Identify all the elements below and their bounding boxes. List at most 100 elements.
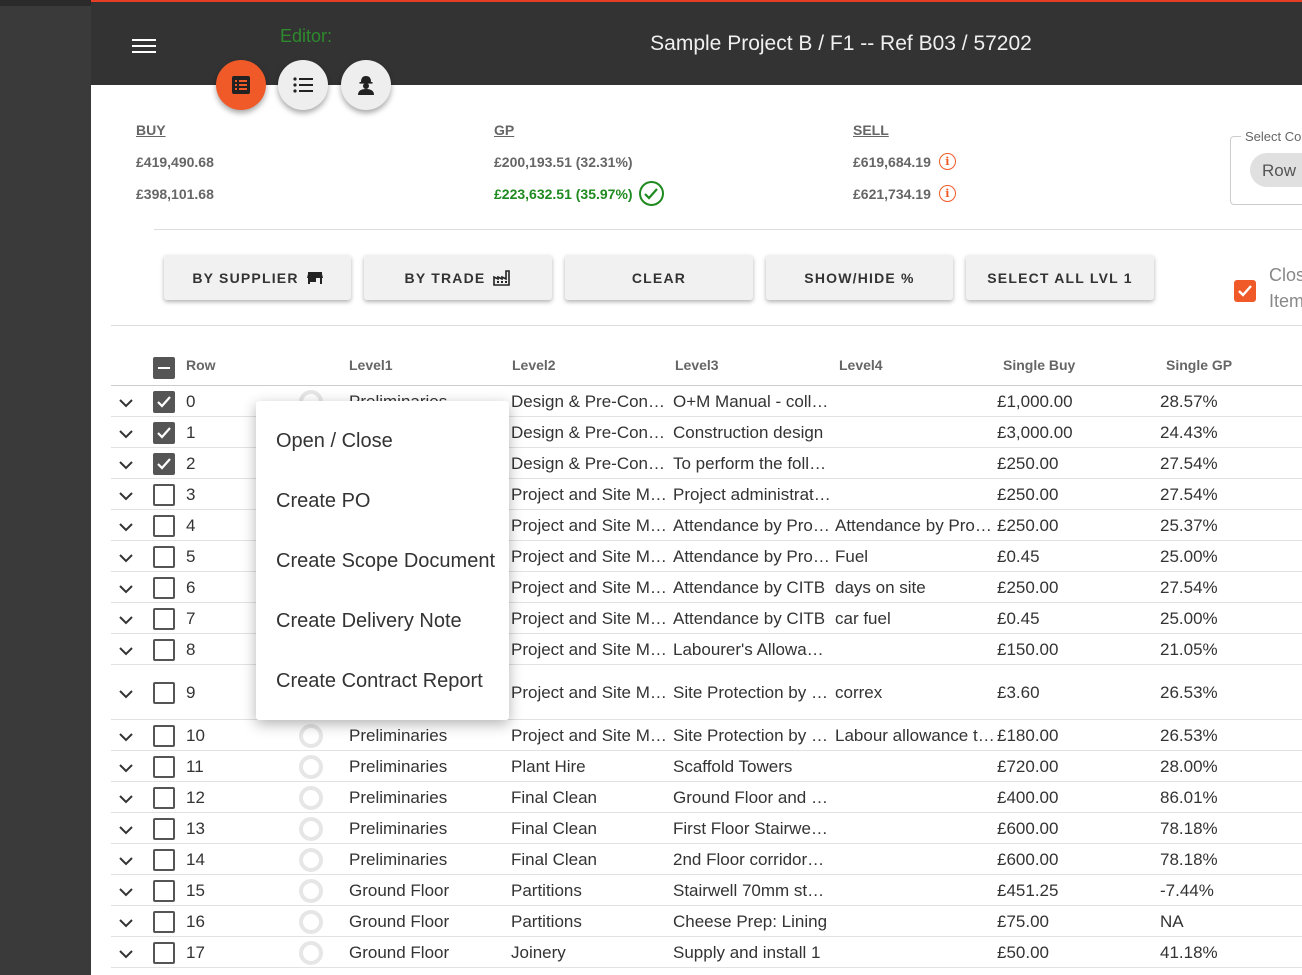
header-single-buy[interactable]: Single Buy: [1003, 357, 1075, 373]
chevron-down-icon[interactable]: [119, 458, 133, 472]
row-checkbox[interactable]: [153, 422, 175, 444]
row-radio[interactable]: [299, 755, 323, 779]
table-row[interactable]: 15 Ground Floor Partitions Stairwell 70mm s…: [111, 875, 1302, 906]
row-number: 11: [186, 757, 204, 776]
table-row[interactable]: 13 Preliminaries Final Clean First Floor St…: [111, 813, 1302, 844]
cell-level1: Ground Floor: [349, 881, 450, 900]
hamburger-menu-icon[interactable]: [132, 39, 158, 59]
select-column-field[interactable]: Select Co Row: [1230, 129, 1302, 205]
chevron-down-icon[interactable]: [119, 551, 133, 565]
menu-item-create-po[interactable]: Create PO: [276, 490, 370, 513]
row-checkbox[interactable]: [153, 453, 175, 475]
menu-item-create-delivery-note[interactable]: Create Delivery Note: [276, 610, 462, 633]
select-all-rows-checkbox[interactable]: [153, 357, 175, 379]
header-level1[interactable]: Level1: [349, 357, 393, 373]
cell-level2: Joinery: [511, 943, 566, 962]
cell-single-buy: £250.00: [997, 454, 1059, 473]
header-level2[interactable]: Level2: [512, 357, 556, 373]
row-checkbox[interactable]: [153, 639, 175, 661]
row-checkbox[interactable]: [153, 515, 175, 537]
header-single-gp[interactable]: Single GP: [1166, 357, 1232, 373]
row-radio[interactable]: [299, 817, 323, 841]
menu-item-create-contract-report[interactable]: Create Contract Report: [276, 670, 483, 693]
row-radio[interactable]: [299, 941, 323, 965]
menu-item-create-scope-document[interactable]: Create Scope Document: [276, 550, 495, 573]
table-row[interactable]: 17 Ground Floor Joinery Supply and install …: [111, 937, 1302, 968]
row-radio[interactable]: [299, 879, 323, 903]
row-checkbox[interactable]: [153, 577, 175, 599]
row-checkbox[interactable]: [153, 391, 175, 413]
header-row[interactable]: Row: [186, 357, 216, 373]
row-context-menu: Open / Close Create PO Create Scope Docu…: [256, 401, 509, 720]
chevron-down-icon[interactable]: [119, 792, 133, 806]
chevron-down-icon[interactable]: [119, 854, 133, 868]
list-view-button[interactable]: [278, 60, 328, 110]
table-row[interactable]: 16 Ground Floor Partitions Cheese Prep: Lin…: [111, 906, 1302, 937]
chevron-down-icon[interactable]: [119, 582, 133, 596]
chevron-down-icon[interactable]: [119, 823, 133, 837]
row-checkbox[interactable]: [153, 818, 175, 840]
chevron-down-icon[interactable]: [119, 947, 133, 961]
row-number: 15: [186, 881, 205, 900]
select-all-lvl1-button[interactable]: SELECT ALL LVL 1: [966, 255, 1154, 300]
chevron-down-icon[interactable]: [119, 761, 133, 775]
row-checkbox[interactable]: [153, 942, 175, 964]
row-checkbox[interactable]: [153, 484, 175, 506]
chevron-down-icon[interactable]: [119, 427, 133, 441]
clear-button[interactable]: CLEAR: [565, 255, 753, 300]
row-checkbox[interactable]: [153, 849, 175, 871]
cell-single-gp: 28.00%: [1160, 757, 1218, 776]
list-box-view-button[interactable]: [216, 60, 266, 110]
cell-single-buy: £75.00: [997, 912, 1049, 931]
row-checkbox[interactable]: [153, 880, 175, 902]
row-checkbox[interactable]: [153, 725, 175, 747]
row-radio[interactable]: [299, 910, 323, 934]
header-level4[interactable]: Level4: [839, 357, 883, 373]
gp-label: GP: [494, 122, 515, 138]
cell-level3: Cheese Prep: Lining: [673, 912, 828, 931]
by-supplier-button[interactable]: BY SUPPLIER: [164, 255, 351, 300]
sell-summary: SELL £619,684.19 i £621,734.19 i: [853, 122, 956, 218]
table-row[interactable]: 10 Preliminaries Project and Site Manageme…: [111, 720, 1302, 751]
row-number: 16: [186, 912, 205, 931]
chevron-down-icon[interactable]: [119, 916, 133, 930]
chevron-down-icon[interactable]: [119, 730, 133, 744]
row-checkbox[interactable]: [153, 608, 175, 630]
table-row[interactable]: 11 Preliminaries Plant Hire Scaffold Towers…: [111, 751, 1302, 782]
menu-item-open-close[interactable]: Open / Close: [276, 430, 393, 453]
select-column-chip[interactable]: Row: [1250, 153, 1302, 187]
chevron-down-icon[interactable]: [119, 644, 133, 658]
chevron-down-icon[interactable]: [119, 687, 133, 701]
row-checkbox[interactable]: [153, 682, 175, 704]
cell-level2: Final Clean: [511, 850, 597, 869]
row-radio[interactable]: [299, 848, 323, 872]
row-radio[interactable]: [299, 724, 323, 748]
chevron-down-icon[interactable]: [119, 396, 133, 410]
chevron-down-icon[interactable]: [119, 520, 133, 534]
chevron-down-icon[interactable]: [119, 885, 133, 899]
buy-summary: BUY £419,490.68 £398,101.68: [136, 122, 214, 218]
header-level3[interactable]: Level3: [675, 357, 719, 373]
close-items-checkbox[interactable]: [1234, 280, 1256, 302]
chevron-down-icon[interactable]: [119, 613, 133, 627]
row-radio[interactable]: [299, 786, 323, 810]
cell-level3: Ground Floor and Stairwell: [673, 788, 831, 807]
cell-single-buy: £50.00: [997, 943, 1049, 962]
cell-single-buy: £1,000.00: [997, 392, 1073, 411]
chevron-down-icon[interactable]: [119, 489, 133, 503]
cell-level2: Design & Pre-Contract: [511, 454, 667, 473]
by-trade-button[interactable]: BY TRADE: [364, 255, 552, 300]
list-icon: [293, 77, 313, 93]
row-checkbox[interactable]: [153, 546, 175, 568]
row-checkbox[interactable]: [153, 787, 175, 809]
info-icon[interactable]: i: [938, 153, 956, 170]
cell-level3: Site Protection by Labour: [673, 683, 831, 702]
row-checkbox[interactable]: [153, 911, 175, 933]
table-row[interactable]: 14 Preliminaries Final Clean 2nd Floor corr…: [111, 844, 1302, 875]
info-icon[interactable]: i: [938, 185, 956, 202]
worker-view-button[interactable]: [341, 60, 391, 110]
table-row[interactable]: 12 Preliminaries Final Clean Ground Floor a…: [111, 782, 1302, 813]
show-hide-percent-button[interactable]: SHOW/HIDE %: [766, 255, 953, 300]
row-checkbox[interactable]: [153, 756, 175, 778]
cell-level3: Attendance by Project Manager: [673, 547, 831, 566]
